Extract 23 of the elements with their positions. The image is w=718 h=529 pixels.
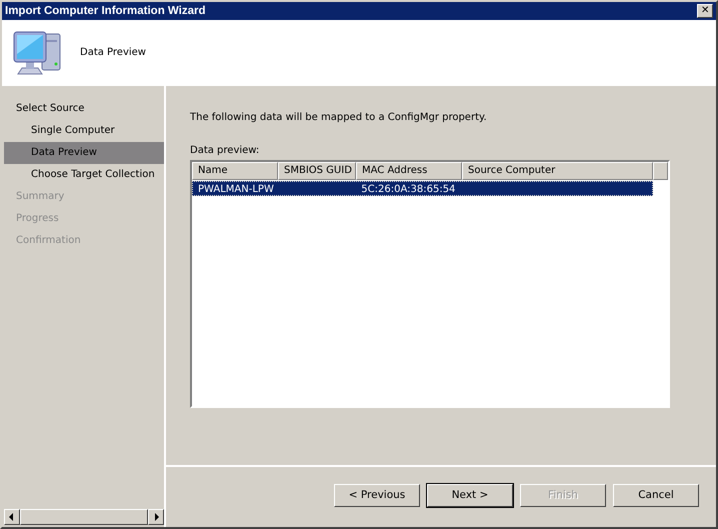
page-title: Data Preview bbox=[80, 46, 146, 58]
column-header[interactable]: Source Computer bbox=[462, 162, 653, 180]
scroll-thumb[interactable] bbox=[20, 509, 148, 525]
intro-text: The following data will be mapped to a ConfigMgr property. bbox=[190, 112, 488, 123]
column-header[interactable]: MAC Address bbox=[356, 162, 462, 180]
sidebar-item[interactable]: Choose Target Collection bbox=[4, 164, 164, 186]
wizard-button[interactable]: Cancel bbox=[613, 484, 699, 506]
window-title: Import Computer Information Wizard bbox=[5, 5, 206, 17]
horizontal-scrollbar[interactable] bbox=[4, 509, 164, 525]
wizard-button[interactable]: < Previous bbox=[334, 484, 420, 506]
column-header[interactable]: SMBIOS GUID bbox=[278, 162, 356, 180]
sidebar-item[interactable]: Single Computer bbox=[4, 120, 164, 142]
sidebar-item[interactable]: Select Source bbox=[4, 98, 164, 120]
scroll-left-icon[interactable] bbox=[4, 509, 20, 525]
close-button[interactable]: ✕ bbox=[697, 4, 713, 18]
table-row[interactable]: PWALMAN-LPW 5C:26:0A:38:65:54 bbox=[192, 181, 653, 196]
column-header[interactable]: Name bbox=[192, 162, 278, 180]
table-cell-text: PWALMAN-LPW bbox=[197, 183, 275, 195]
table-cell-text: 5C:26:0A:38:65:54 bbox=[360, 183, 456, 195]
table-label: Data preview: bbox=[190, 145, 260, 156]
scroll-right-icon[interactable] bbox=[148, 509, 164, 525]
sidebar-item[interactable]: Data Preview bbox=[4, 142, 164, 164]
wizard-button[interactable]: Next > bbox=[427, 484, 513, 506]
